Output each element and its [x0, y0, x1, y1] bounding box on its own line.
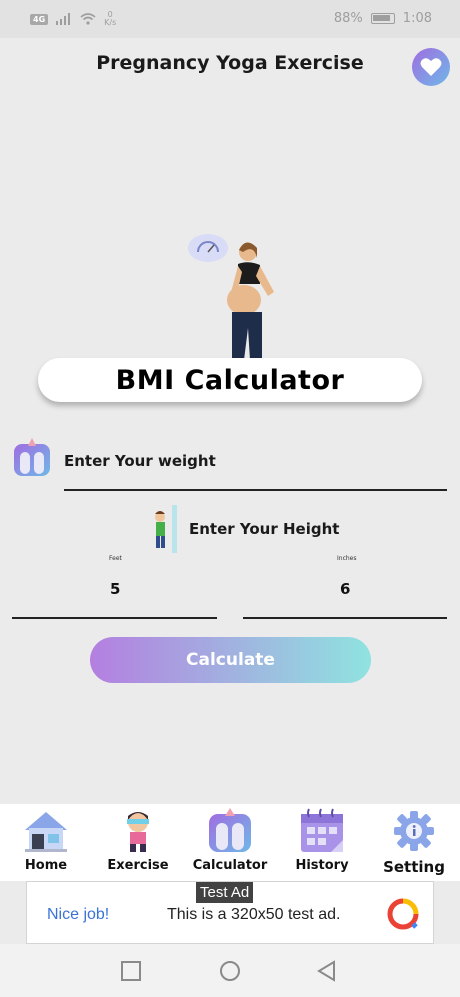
gear-icon: [394, 811, 434, 851]
nav-label-setting: Setting: [383, 858, 445, 876]
feet-input[interactable]: 5: [110, 580, 120, 598]
wifi-icon: [80, 13, 96, 25]
ad-logo-icon: [387, 898, 419, 930]
calculator-scale-icon: [209, 808, 251, 852]
test-ad-label: Test Ad: [196, 882, 254, 903]
favorite-button[interactable]: [412, 48, 450, 86]
battery-icon: [370, 13, 395, 24]
signal-icon: [56, 13, 71, 25]
exercise-icon: [127, 812, 149, 852]
clock: 1:08: [402, 11, 432, 26]
network-badge: 4G: [30, 13, 49, 25]
calculate-button[interactable]: Calculate: [90, 637, 371, 683]
page-title: Pregnancy Yoga Exercise: [96, 52, 364, 74]
scale-icon: [12, 438, 52, 478]
pregnant-woman-illustration: [188, 232, 288, 362]
nav-item-home[interactable]: Home: [0, 808, 92, 873]
height-label: Enter Your Height: [189, 520, 340, 538]
weight-input[interactable]: [64, 489, 447, 491]
recent-apps-icon[interactable]: [120, 960, 142, 982]
nav-item-setting[interactable]: Setting: [368, 808, 460, 876]
nav-item-history[interactable]: History: [276, 808, 368, 873]
height-measure-icon: [150, 505, 180, 553]
nav-label-history: History: [295, 858, 349, 873]
back-triangle-icon[interactable]: [316, 960, 338, 982]
nav-label-exercise: Exercise: [107, 858, 169, 873]
nav-label-home: Home: [24, 858, 68, 873]
bmi-calculator-title: BMI Calculator: [38, 358, 422, 402]
bottom-navigation: Home Exercise Calculator History Setting: [0, 804, 460, 881]
home-icon: [25, 812, 67, 852]
ad-nice-job: Nice job!: [47, 906, 110, 923]
nav-item-calculator[interactable]: Calculator: [184, 808, 276, 873]
heart-icon: [420, 58, 442, 76]
ad-text: This is a 320x50 test ad.: [167, 906, 341, 923]
calendar-icon: [301, 808, 343, 852]
home-circle-icon[interactable]: [219, 960, 241, 982]
inches-underline: [243, 617, 447, 619]
status-bar: 4G 0 K/s 88% 1:08: [0, 0, 460, 38]
weight-label: Enter Your weight: [64, 452, 216, 470]
nav-item-exercise[interactable]: Exercise: [92, 808, 184, 873]
nav-label-calculator: Calculator: [192, 858, 268, 873]
system-navigation-bar: [0, 944, 460, 997]
network-speed: 0 K/s: [104, 10, 117, 27]
battery-percent: 88%: [333, 11, 363, 26]
inches-label: Inches: [337, 555, 357, 562]
feet-underline: [12, 617, 217, 619]
inches-input[interactable]: 6: [340, 580, 350, 598]
feet-label: Feet: [109, 555, 122, 562]
